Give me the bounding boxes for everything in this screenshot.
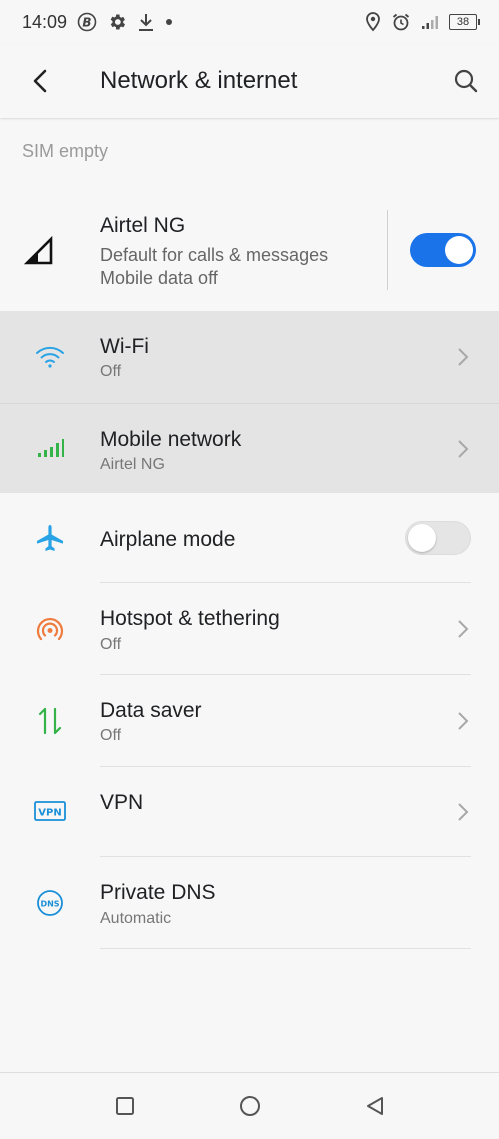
vpn-title: VPN xyxy=(100,791,144,814)
data-saver-subtitle: Off xyxy=(100,727,122,744)
airplane-icon xyxy=(32,520,68,556)
settings-item-vpn[interactable]: VPN VPN xyxy=(0,767,499,857)
svg-text:B: B xyxy=(82,16,91,30)
home-button[interactable] xyxy=(187,1073,312,1139)
vertical-divider xyxy=(387,210,388,290)
mobile-network-title: Mobile network xyxy=(100,428,242,451)
airplane-mode-toggle[interactable] xyxy=(405,521,471,555)
sim-card-row[interactable]: Airtel NG Default for calls & messages M… xyxy=(0,196,499,306)
wifi-title: Wi-Fi xyxy=(100,335,149,358)
wifi-icon xyxy=(32,339,68,375)
search-icon xyxy=(454,69,478,93)
status-time: 14:09 xyxy=(22,11,68,32)
back-arrow-icon xyxy=(33,69,47,93)
sim-data-status: Mobile data off xyxy=(100,268,218,288)
toggle-knob xyxy=(445,236,473,264)
hotspot-subtitle: Off xyxy=(100,636,122,653)
circle-home-icon xyxy=(239,1095,260,1116)
settings-item-airplane-mode[interactable]: Airplane mode xyxy=(0,493,499,583)
sim-signal-icon xyxy=(23,235,54,271)
page-title: Network & internet xyxy=(100,67,298,94)
chevron-right-icon xyxy=(458,440,469,458)
row-divider xyxy=(100,948,471,949)
chevron-right-icon xyxy=(458,620,469,638)
chevron-right-icon xyxy=(458,803,469,821)
hotspot-icon xyxy=(32,612,68,648)
settings-item-hotspot[interactable]: Hotspot & tethering Off xyxy=(0,583,499,675)
b-circle-icon: B xyxy=(77,12,97,32)
mobile-data-toggle[interactable] xyxy=(410,233,476,267)
battery-level: 38 xyxy=(456,15,470,28)
square-recents-icon xyxy=(115,1096,134,1115)
app-bar: Network & internet xyxy=(0,44,499,118)
chevron-right-icon xyxy=(458,348,469,366)
mobile-network-subtitle: Airtel NG xyxy=(100,456,165,473)
system-nav-bar xyxy=(0,1072,499,1138)
signal-icon xyxy=(421,14,439,30)
status-bar: 14:09 B 38 xyxy=(0,0,499,44)
download-icon xyxy=(137,12,155,32)
back-button[interactable] xyxy=(0,44,80,118)
location-icon xyxy=(365,12,381,32)
recents-button[interactable] xyxy=(62,1073,187,1139)
section-header-sim: SIM empty xyxy=(22,141,109,161)
chevron-right-icon xyxy=(458,712,469,730)
toggle-knob xyxy=(408,524,436,552)
settings-item-mobile-network[interactable]: Mobile network Airtel NG xyxy=(0,403,499,493)
data-saver-icon xyxy=(32,703,68,739)
settings-item-private-dns[interactable]: DNS Private DNS Automatic xyxy=(0,857,499,949)
signal-bars-icon xyxy=(32,430,68,466)
dns-icon-text: DNS xyxy=(40,899,59,908)
data-saver-title: Data saver xyxy=(100,699,202,722)
triangle-back-icon xyxy=(366,1096,383,1115)
private-dns-title: Private DNS xyxy=(100,881,216,904)
vpn-icon-text: VPN xyxy=(38,808,61,819)
alarm-icon xyxy=(391,12,411,32)
vpn-icon: VPN xyxy=(32,794,68,830)
gear-icon xyxy=(107,12,127,32)
dot-icon xyxy=(165,18,173,26)
settings-item-data-saver[interactable]: Data saver Off xyxy=(0,675,499,767)
sim-name: Airtel NG xyxy=(100,214,186,237)
airplane-mode-title: Airplane mode xyxy=(100,528,236,551)
hotspot-title: Hotspot & tethering xyxy=(100,607,280,630)
search-button[interactable] xyxy=(433,44,499,118)
sim-default-text: Default for calls & messages xyxy=(100,245,329,265)
wifi-subtitle: Off xyxy=(100,363,122,380)
nav-back-button[interactable] xyxy=(312,1073,437,1139)
settings-item-wifi[interactable]: Wi-Fi Off xyxy=(0,311,499,403)
dns-icon: DNS xyxy=(32,885,68,921)
battery-icon: 38 xyxy=(449,14,480,30)
private-dns-subtitle: Automatic xyxy=(100,910,172,927)
